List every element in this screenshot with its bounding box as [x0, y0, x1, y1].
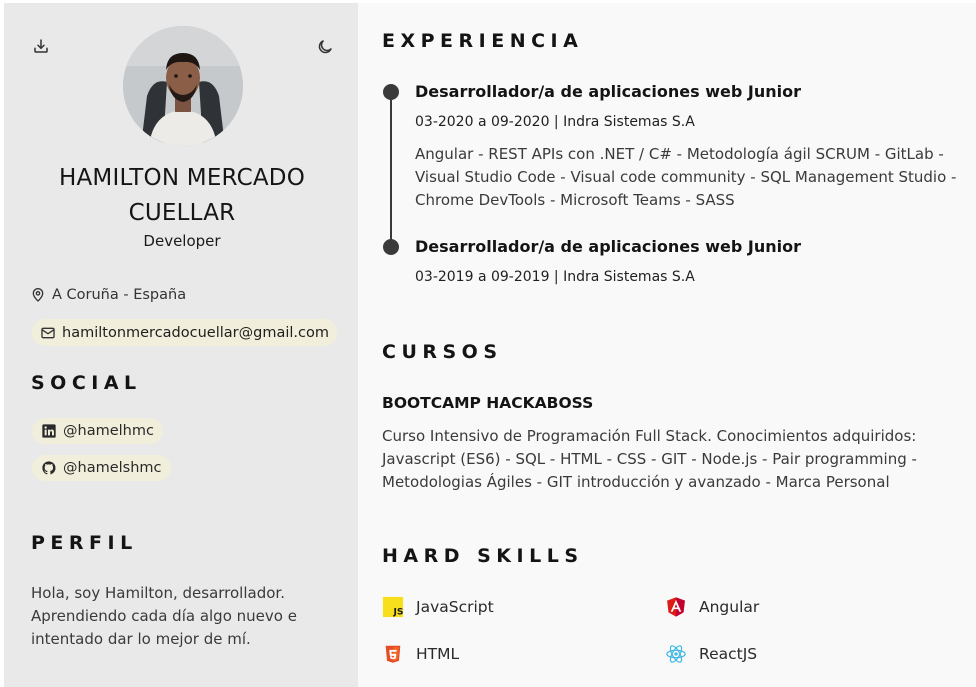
javascript-icon: JS: [382, 596, 403, 617]
linkedin-link[interactable]: @hamelhmc: [32, 418, 163, 444]
skill-label: ReactJS: [699, 645, 758, 663]
skill-javascript: JS JavaScript: [382, 596, 494, 618]
skill-react: ReactJS: [665, 643, 757, 665]
react-icon: [666, 645, 686, 663]
hard-skills-title: HARD SKILLS: [382, 545, 584, 567]
timeline-dot: [383, 84, 399, 100]
job-description: Angular - REST APIs con .NET / C# - Meto…: [415, 145, 957, 209]
map-pin-icon: [32, 288, 44, 302]
linkedin-icon: [42, 424, 56, 438]
skill-angular: Angular: [665, 596, 759, 618]
avatar-photo: [123, 26, 243, 146]
social-title: SOCIAL: [31, 372, 142, 394]
html5-icon: [385, 645, 401, 663]
perfil-title: PERFIL: [31, 532, 138, 554]
timeline-dot: [383, 239, 399, 255]
timeline-line: [390, 91, 392, 247]
theme-toggle-button[interactable]: [314, 36, 336, 58]
job-date: 03-2020 a 09-2020 | Indra Sistemas S.A: [415, 114, 695, 130]
github-handle: @hamelshmc: [63, 460, 162, 476]
job-date: 03-2019 a 09-2019 | Indra Sistemas S.A: [415, 269, 695, 285]
download-icon: [34, 39, 48, 53]
location-text: A Coruña - España: [52, 287, 187, 303]
job-title: Desarrollador/a de aplicaciones web Juni…: [415, 237, 801, 256]
location: A Coruña - España: [30, 283, 186, 307]
profile-summary: Hola, soy Hamilton, desarrollador. Apren…: [31, 584, 297, 648]
github-link[interactable]: @hamelshmc: [32, 455, 171, 481]
course-description: Curso Intensivo de Programación Full Sta…: [382, 427, 917, 491]
skill-label: Angular: [699, 598, 760, 616]
profile-name: HAMILTON MERCADO CUELLAR: [59, 165, 305, 226]
profile-role: Developer: [143, 232, 221, 250]
svg-text:JS: JS: [392, 606, 403, 617]
github-icon: [42, 461, 56, 475]
download-button[interactable]: [30, 35, 52, 57]
avatar: [123, 26, 243, 146]
experience-title: EXPERIENCIA: [382, 30, 584, 52]
linkedin-handle: @hamelhmc: [63, 423, 154, 439]
job-title: Desarrollador/a de aplicaciones web Juni…: [415, 82, 801, 101]
mail-icon: [41, 327, 55, 338]
moon-icon: [318, 40, 332, 54]
skill-label: JavaScript: [416, 598, 494, 616]
email-link[interactable]: hamiltonmercadocuellar@gmail.com: [32, 319, 337, 346]
main-content: EXPERIENCIA Desarrollador/a de aplicacio…: [358, 3, 976, 687]
skill-label: HTML: [416, 645, 460, 663]
email-text: hamiltonmercadocuellar@gmail.com: [62, 324, 329, 341]
skill-html: HTML: [382, 643, 459, 665]
sidebar: HAMILTON MERCADO CUELLAR Developer A Cor…: [4, 3, 358, 687]
angular-icon: [667, 597, 685, 617]
courses-title: CURSOS: [382, 341, 503, 363]
course-name: BOOTCAMP HACKABOSS: [382, 394, 594, 412]
